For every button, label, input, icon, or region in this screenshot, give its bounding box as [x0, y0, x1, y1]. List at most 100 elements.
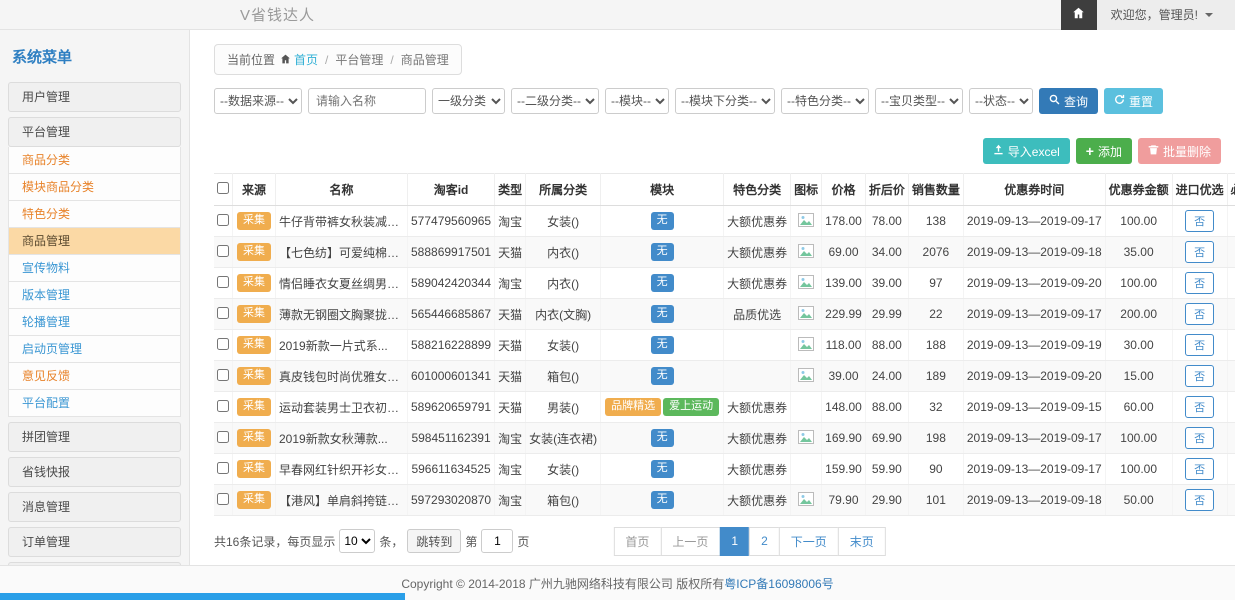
- column-header: 进口优选: [1172, 174, 1227, 206]
- jump-button[interactable]: 跳转到: [407, 529, 461, 553]
- reset-button-label: 重置: [1129, 93, 1153, 110]
- sidebar-item[interactable]: 宣传物料: [8, 255, 181, 282]
- sidebar-item[interactable]: 拼团管理: [8, 422, 181, 452]
- column-header: 图标: [791, 174, 822, 206]
- product-icon: [798, 213, 814, 227]
- cell-import-select: 否: [1172, 206, 1227, 237]
- import-select-toggle[interactable]: 否: [1185, 365, 1214, 387]
- data-source-select[interactable]: --数据来源--: [214, 88, 302, 114]
- sidebar-item[interactable]: 用户管理: [8, 82, 181, 112]
- cell-icon: [791, 268, 822, 299]
- sidebar-item[interactable]: 版本管理: [8, 282, 181, 309]
- sidebar-item[interactable]: 特色分类: [8, 201, 181, 228]
- products-table: 来源名称淘客id类型所属分类模块特色分类图标价格折后价销售数量优惠券时间优惠券金…: [214, 173, 1235, 516]
- import-select-toggle[interactable]: 否: [1185, 489, 1214, 511]
- cell-source: 采集: [233, 268, 276, 299]
- row-checkbox[interactable]: [217, 462, 229, 474]
- cell-type: 天猫: [495, 330, 526, 361]
- home-button[interactable]: [1061, 0, 1097, 30]
- product-icon: [798, 430, 814, 444]
- import-select-toggle[interactable]: 否: [1185, 272, 1214, 294]
- jump-page-input[interactable]: [481, 529, 513, 553]
- status-select[interactable]: --状态--: [969, 88, 1033, 114]
- import-select-toggle[interactable]: 否: [1185, 427, 1214, 449]
- feature-category-select[interactable]: --特色分类--: [781, 88, 869, 114]
- module-cell: 无: [601, 485, 724, 516]
- row-checkbox[interactable]: [217, 431, 229, 443]
- sidebar-item[interactable]: 意见反馈: [8, 363, 181, 390]
- batch-delete-button[interactable]: 批量删除: [1138, 138, 1221, 164]
- cell-coupon-time: 2019-09-13—2019-09-15: [963, 392, 1105, 423]
- sidebar-item[interactable]: 消息管理: [8, 492, 181, 522]
- search-button[interactable]: 查询: [1039, 88, 1098, 114]
- icp-link[interactable]: 粤ICP备16098006号: [724, 575, 833, 592]
- import-select-toggle[interactable]: 否: [1185, 458, 1214, 480]
- sidebar-item[interactable]: 平台管理: [8, 117, 181, 147]
- cell-taoke-id: 601000601341: [408, 361, 495, 392]
- page-button-2[interactable]: 2: [749, 527, 780, 556]
- page-size-select[interactable]: 10: [339, 529, 375, 553]
- breadcrumb-item[interactable]: 平台管理: [335, 51, 383, 68]
- row-checkbox[interactable]: [217, 214, 229, 226]
- last-page-button[interactable]: 末页: [838, 527, 886, 556]
- page-button-1[interactable]: 1: [719, 527, 750, 556]
- cell-price: 229.99: [822, 299, 866, 330]
- cell-coupon-time: 2019-09-13—2019-09-19: [963, 330, 1105, 361]
- horizontal-scrollbar[interactable]: [0, 593, 405, 600]
- row-checkbox[interactable]: [217, 369, 229, 381]
- sidebar-item[interactable]: 启动页管理: [8, 336, 181, 363]
- table-row: 采集 早春网红针织开衫女春... 596611634525 淘宝 女装() 无 …: [214, 454, 1235, 485]
- name-search-input[interactable]: [308, 88, 426, 114]
- row-checkbox[interactable]: [217, 276, 229, 288]
- sidebar-item[interactable]: 订单管理: [8, 527, 181, 557]
- row-checkbox[interactable]: [217, 338, 229, 350]
- cell-source: 采集: [233, 299, 276, 330]
- cell-category: 女装(连衣裙): [526, 423, 601, 454]
- cell-coupon-amount: 60.00: [1105, 392, 1172, 423]
- item-type-select[interactable]: --宝贝类型--: [875, 88, 963, 114]
- cell-source: 采集: [233, 454, 276, 485]
- cell-icon: [791, 485, 822, 516]
- prev-page-button[interactable]: 上一页: [660, 527, 720, 556]
- search-button-label: 查询: [1064, 93, 1088, 110]
- sidebar-item[interactable]: 模块商品分类: [8, 174, 181, 201]
- import-select-toggle[interactable]: 否: [1185, 210, 1214, 232]
- breadcrumb-home-link[interactable]: 首页: [280, 51, 318, 68]
- import-select-toggle[interactable]: 否: [1185, 241, 1214, 263]
- first-page-button[interactable]: 首页: [613, 527, 661, 556]
- cell-must-buy: 否: [1227, 454, 1235, 485]
- sidebar-item[interactable]: 省钱快报: [8, 457, 181, 487]
- cell-feature-category: [724, 361, 791, 392]
- user-menu[interactable]: 欢迎您，管理员!: [1097, 0, 1235, 30]
- plus-icon: +: [1086, 144, 1094, 158]
- import-excel-button[interactable]: 导入excel: [983, 138, 1070, 164]
- level1-category-select[interactable]: 一级分类: [432, 88, 505, 114]
- sidebar: 系统菜单 用户管理平台管理商品分类模块商品分类特色分类商品管理宣传物料版本管理轮…: [0, 30, 190, 565]
- row-checkbox[interactable]: [217, 400, 229, 412]
- cell-category: 男装(): [526, 392, 601, 423]
- reset-button[interactable]: 重置: [1104, 88, 1163, 114]
- module-select[interactable]: --模块--: [605, 88, 669, 114]
- row-checkbox[interactable]: [217, 493, 229, 505]
- cell-import-select: 否: [1172, 330, 1227, 361]
- sidebar-item[interactable]: 商品管理: [8, 228, 181, 255]
- module-badge: 品牌精选: [605, 398, 661, 415]
- add-button[interactable]: + 添加: [1076, 138, 1132, 164]
- import-select-toggle[interactable]: 否: [1185, 334, 1214, 356]
- select-all-checkbox[interactable]: [217, 182, 229, 194]
- row-checkbox[interactable]: [217, 307, 229, 319]
- row-checkbox[interactable]: [217, 245, 229, 257]
- sidebar-item[interactable]: 轮播管理: [8, 309, 181, 336]
- level2-category-select[interactable]: --二级分类--: [511, 88, 599, 114]
- import-select-toggle[interactable]: 否: [1185, 396, 1214, 418]
- module-subcategory-select[interactable]: --模块下分类--: [675, 88, 775, 114]
- pagination-summary: 共16条记录，每页显示 10 条， 跳转到 第 页: [214, 529, 529, 553]
- cell-price: 69.00: [822, 237, 866, 268]
- sidebar-item[interactable]: 平台配置: [8, 390, 181, 417]
- module-cell: 无: [601, 423, 724, 454]
- cell-checkbox: [214, 392, 233, 423]
- next-page-button[interactable]: 下一页: [779, 527, 839, 556]
- sidebar-item[interactable]: 商品分类: [8, 147, 181, 174]
- product-name-text: 早春网红针织开衫女春...: [279, 463, 408, 477]
- import-select-toggle[interactable]: 否: [1185, 303, 1214, 325]
